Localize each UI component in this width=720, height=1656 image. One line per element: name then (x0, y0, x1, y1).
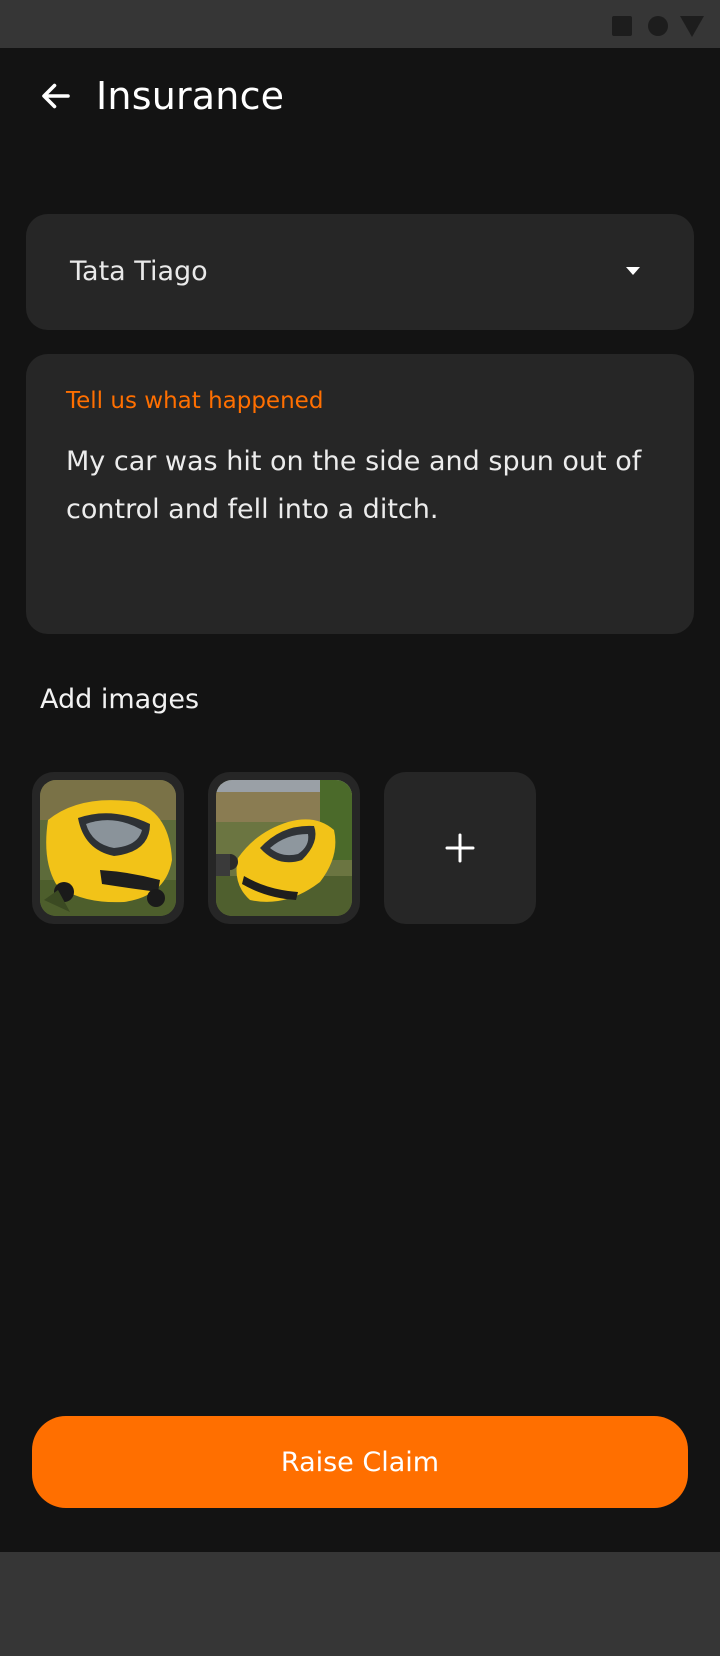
add-images-heading: Add images (40, 684, 200, 715)
navigation-bar (0, 1552, 720, 1656)
status-circle-icon (648, 16, 668, 36)
back-button[interactable] (32, 72, 80, 120)
raise-claim-button[interactable]: Raise Claim (32, 1416, 688, 1508)
incident-description-field[interactable]: Tell us what happened My car was hit on … (26, 354, 694, 634)
status-triangle-icon (680, 16, 704, 37)
image-thumbnail[interactable] (208, 772, 360, 924)
app-bar: Insurance (0, 48, 720, 144)
page-title: Insurance (96, 74, 285, 118)
vehicle-dropdown[interactable]: Tata Tiago (26, 214, 694, 330)
arrow-left-icon (42, 83, 70, 109)
damaged-car-photo (216, 780, 352, 916)
caret-down-icon[interactable] (626, 267, 640, 275)
incident-description-value[interactable]: My car was hit on the side and spun out … (66, 438, 666, 534)
damaged-car-photo (40, 780, 176, 916)
vehicle-dropdown-value: Tata Tiago (70, 256, 208, 287)
add-image-button[interactable] (384, 772, 536, 924)
status-bar (0, 0, 720, 48)
status-square-icon (612, 16, 632, 36)
incident-description-label: Tell us what happened (66, 388, 324, 414)
plus-icon (445, 833, 475, 863)
image-thumbnail[interactable] (32, 772, 184, 924)
